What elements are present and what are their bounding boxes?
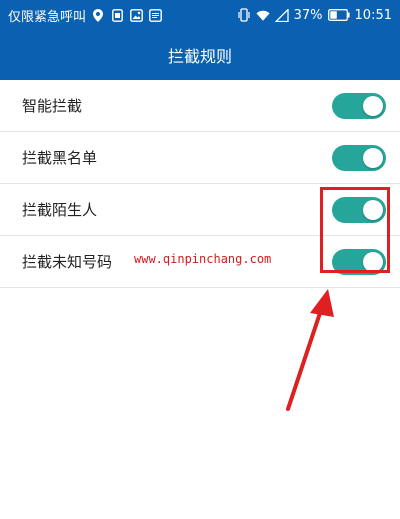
toggle-knob xyxy=(363,95,383,116)
page-title: 拦截规则 xyxy=(167,47,232,66)
title-bar: 拦截规则 xyxy=(0,30,400,80)
status-right: 37% 10:51 xyxy=(237,8,392,23)
blacklist-toggle[interactable] xyxy=(332,144,386,171)
battery-icon xyxy=(327,8,350,22)
rule-row-blacklist: 拦截黑名单 xyxy=(0,132,400,184)
annotation-highlight-box xyxy=(320,187,390,273)
location-icon xyxy=(91,8,105,22)
carrier-text: 仅限紧急呼叫 xyxy=(8,9,87,25)
toggle-knob xyxy=(363,147,383,168)
clock: 10:51 xyxy=(354,7,392,23)
vibrate-icon xyxy=(237,8,251,22)
watermark-text: www.qinpinchang.com xyxy=(132,252,274,266)
smart-block-toggle[interactable] xyxy=(332,92,386,119)
signal-icon xyxy=(274,8,289,22)
annotation-arrow-icon xyxy=(286,289,334,411)
rule-label: 拦截陌生人 xyxy=(22,201,98,219)
status-bar: 仅限紧急呼叫 37% 10:51 xyxy=(0,0,400,30)
sim-icon xyxy=(110,8,124,22)
image-icon xyxy=(129,8,143,22)
wifi-icon xyxy=(256,8,270,22)
rule-row-smart-block: 智能拦截 xyxy=(0,80,400,132)
rule-label: 拦截未知号码 xyxy=(22,253,113,271)
mail-icon xyxy=(148,8,162,22)
rule-label: 拦截黑名单 xyxy=(22,149,98,167)
phone-screen: 仅限紧急呼叫 37% 10:51 拦截规则 智能拦截 拦截黑名单 拦截陌生人 拦… xyxy=(0,0,400,519)
battery-percent: 37% xyxy=(293,7,323,23)
rule-label: 智能拦截 xyxy=(22,97,83,115)
status-left: 仅限紧急呼叫 xyxy=(8,6,162,25)
